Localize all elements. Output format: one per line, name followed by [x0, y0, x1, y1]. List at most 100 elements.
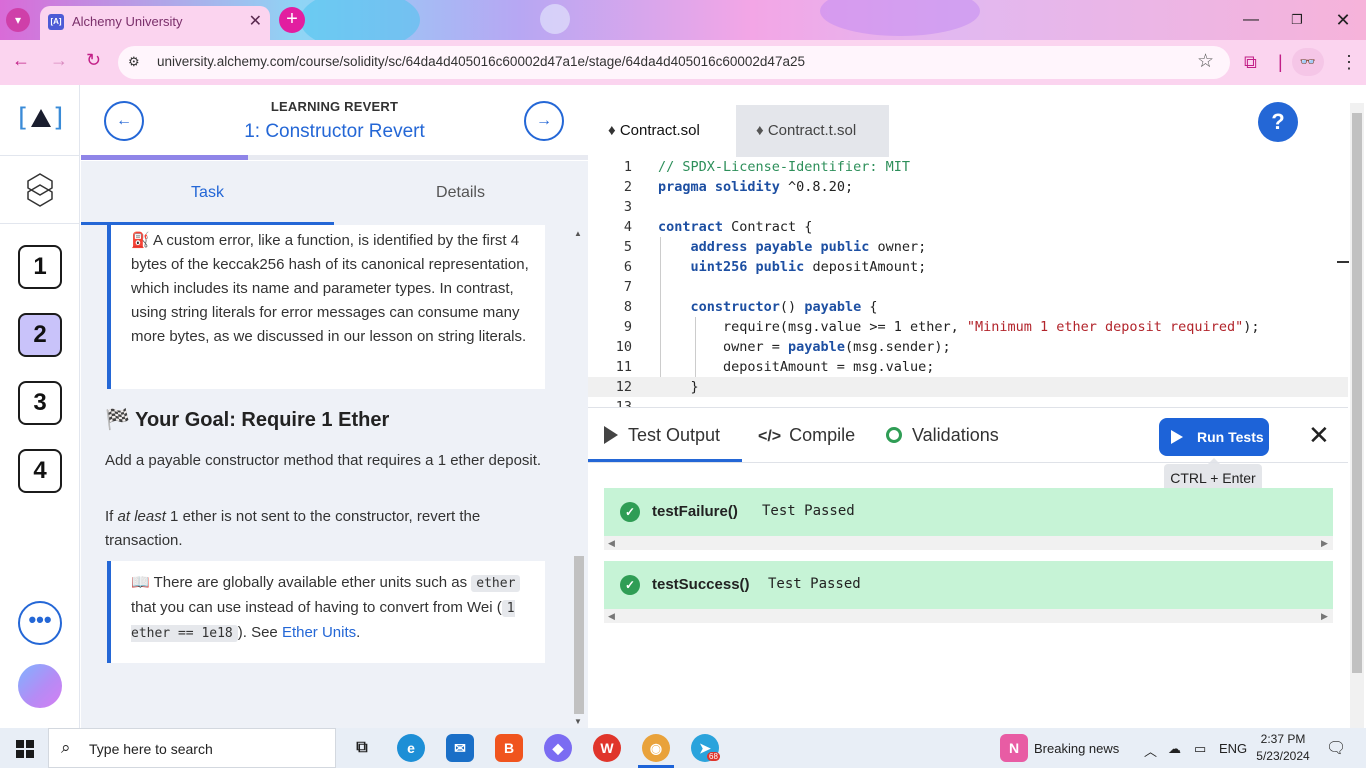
code-editor[interactable]: 1 // SPDX-License-Identifier: MIT 2 pragma … — [588, 157, 1348, 407]
code-line[interactable]: 3 — [588, 197, 1348, 217]
scrollbar-thumb[interactable] — [574, 556, 584, 714]
stage-2-button[interactable]: 2 — [18, 313, 62, 357]
tab-task[interactable]: Task — [81, 161, 334, 225]
lesson-title: 1: Constructor Revert — [244, 121, 425, 142]
notification-icon[interactable]: 🗨 — [1326, 738, 1346, 758]
copilot-icon[interactable]: ◆ — [544, 734, 572, 762]
editor-scrollbar[interactable] — [1350, 103, 1364, 728]
scroll-left-icon[interactable]: ◀ — [608, 609, 615, 623]
ether-units-link[interactable]: Ether Units — [282, 624, 356, 641]
user-avatar[interactable] — [18, 664, 62, 708]
tab-search-button[interactable]: ▾ — [6, 8, 30, 32]
code-line[interactable]: 8 constructor() payable { — [588, 297, 1348, 317]
wps-icon[interactable]: W — [593, 734, 621, 762]
divider — [0, 155, 80, 156]
run-tests-button[interactable]: Run Tests — [1159, 418, 1269, 456]
chrome-icon[interactable]: ◉ — [642, 734, 670, 762]
restore-button[interactable]: ❐ — [1274, 0, 1320, 40]
code-text: pragma solidity ^0.8.20; — [658, 177, 853, 197]
browser-menu-icon[interactable]: ⋮ — [1340, 52, 1358, 73]
divider — [0, 223, 80, 224]
app-area: [] 1 2 3 4 ••• LEARNING REVERT 1: Constr… — [0, 85, 1366, 728]
extensions-icon[interactable]: ⧉ — [1244, 52, 1257, 73]
bookmark-star-icon[interactable]: ☆ — [1197, 50, 1214, 73]
code-line[interactable]: 7 — [588, 277, 1348, 297]
display-icon[interactable]: ▭ — [1194, 741, 1206, 757]
back-arrow-icon[interactable]: ← — [12, 50, 30, 71]
scroll-left-icon[interactable]: ◀ — [608, 536, 615, 550]
clock[interactable]: 2:37 PM 5/23/2024 — [1248, 731, 1318, 765]
code-token: Contract { — [723, 219, 813, 235]
code-token: require(msg.value >= 1 ether, — [658, 319, 967, 335]
logo-triangle-icon — [31, 109, 51, 127]
hexagon-stack-icon[interactable] — [26, 173, 54, 207]
tab-close-icon[interactable]: ✕ — [249, 11, 262, 31]
browser-tab[interactable]: [A] Alchemy University ✕ — [40, 6, 270, 40]
code-line[interactable]: 6 uint256 public depositAmount; — [588, 257, 1348, 277]
scroll-down-icon[interactable]: ▼ — [574, 717, 582, 726]
url-field[interactable]: ⚙ university.alchemy.com/course/solidity… — [118, 46, 1230, 79]
play-icon — [604, 426, 618, 444]
ethereum-icon: ♦ — [608, 122, 616, 139]
taskbar-search[interactable]: ⌕ Type here to search — [48, 728, 336, 768]
news-icon[interactable]: N — [1000, 734, 1028, 762]
task-view-icon[interactable]: ⧉ — [348, 734, 376, 762]
tab-compile[interactable]: </> Compile — [758, 408, 855, 462]
editor-panel: ♦ Contract.sol ♦ Contract.t.sol ? 1 // SP… — [588, 85, 1366, 728]
tab-test-output[interactable]: Test Output — [588, 408, 742, 462]
stage-3-button[interactable]: 3 — [18, 381, 62, 425]
custom-error-callout: ⛽ A custom error, like a function, is id… — [107, 225, 545, 389]
scroll-right-icon[interactable]: ▶ — [1321, 536, 1328, 550]
windows-start-icon[interactable] — [16, 740, 34, 758]
reload-icon[interactable]: ↻ — [86, 50, 101, 71]
scrollbar-thumb[interactable] — [1352, 113, 1362, 673]
tab-details[interactable]: Details — [334, 161, 587, 225]
code-line[interactable]: 1 // SPDX-License-Identifier: MIT — [588, 157, 1348, 177]
new-tab-button[interactable]: + — [279, 7, 305, 33]
horizontal-scrollbar[interactable]: ◀ ▶ — [604, 536, 1333, 550]
horizontal-scrollbar[interactable]: ◀ ▶ — [604, 609, 1333, 623]
next-lesson-button[interactable]: → — [524, 101, 564, 141]
scroll-right-icon[interactable]: ▶ — [1321, 609, 1328, 623]
close-window-button[interactable]: ✕ — [1320, 0, 1366, 40]
site-settings-icon[interactable]: ⚙ — [128, 54, 146, 70]
code-line[interactable]: 12 } — [588, 377, 1348, 397]
stage-4-button[interactable]: 4 — [18, 449, 62, 493]
alchemy-logo[interactable]: [] — [18, 103, 64, 137]
previous-lesson-button[interactable]: ← — [104, 101, 144, 141]
mail-icon[interactable]: ✉ — [446, 734, 474, 762]
more-options-button[interactable]: ••• — [18, 601, 62, 645]
code-line[interactable]: 5 address payable public owner; — [588, 237, 1348, 257]
check-icon: ✓ — [620, 502, 640, 522]
lesson-scrollbar[interactable]: ▲ ▼ — [572, 229, 586, 728]
brave-icon[interactable]: B — [495, 734, 523, 762]
help-button[interactable]: ? — [1258, 102, 1298, 142]
close-panel-icon[interactable]: ✕ — [1308, 422, 1330, 448]
ether-units-callout: 📖 There are globally available ether uni… — [107, 561, 545, 663]
tab-contract-sol[interactable]: ♦ Contract.sol — [588, 105, 734, 157]
code-line[interactable]: 2 pragma solidity ^0.8.20; — [588, 177, 1348, 197]
code-token: () — [779, 299, 805, 315]
code-line[interactable]: 10 owner = payable(msg.sender); — [588, 337, 1348, 357]
code-line[interactable]: 13 — [588, 397, 1348, 407]
tab-contract-test-sol[interactable]: ♦ Contract.t.sol — [736, 105, 889, 157]
code-line[interactable]: 11 depositAmount = msg.value; — [588, 357, 1348, 377]
stage-1-button[interactable]: 1 — [18, 245, 62, 289]
url-text[interactable]: university.alchemy.com/course/solidity/s… — [157, 54, 805, 69]
forward-arrow-icon[interactable]: → — [50, 50, 68, 71]
tray-chevron-icon[interactable]: ︿ — [1144, 741, 1157, 760]
line-number: 3 — [623, 199, 632, 215]
theme-decoration — [820, 0, 980, 36]
code-line[interactable]: 9 require(msg.value >= 1 ether, "Minimum… — [588, 317, 1348, 337]
edge-icon[interactable]: e — [397, 734, 425, 762]
news-text[interactable]: Breaking news — [1034, 741, 1119, 756]
code-line[interactable]: 4 contract Contract { — [588, 217, 1348, 237]
onedrive-icon[interactable]: ☁ — [1168, 741, 1181, 757]
profile-avatar[interactable]: 👓 — [1292, 48, 1324, 76]
minimize-button[interactable]: — — [1228, 0, 1274, 40]
tab-validations[interactable]: Validations — [886, 408, 999, 462]
code-token: { — [861, 299, 878, 315]
scroll-up-icon[interactable]: ▲ — [574, 229, 582, 238]
language-indicator[interactable]: ENG — [1219, 741, 1247, 756]
